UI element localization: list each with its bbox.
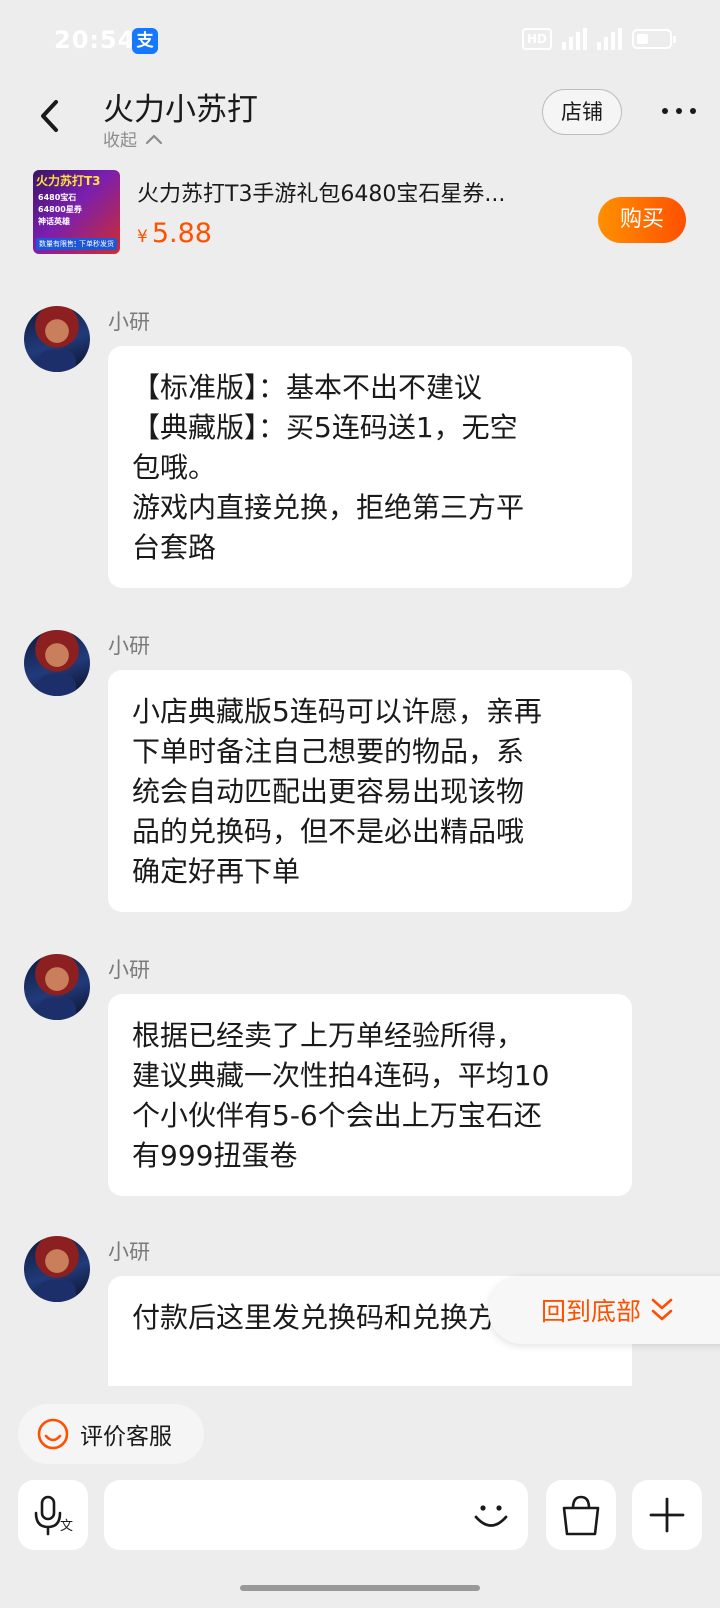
more-actions-button[interactable] — [632, 1480, 702, 1550]
message-bubble[interactable]: 根据已经卖了上万单经验所得， 建议典藏一次性拍4连码，平均10 个小伙伴有5-6… — [108, 994, 632, 1196]
product-thumbnail[interactable]: 火力苏打T3 6480宝石 64800星券 神话英雄 数量有限售完即止 下单秒发… — [33, 170, 120, 254]
alipay-app-icon: 支 — [132, 28, 158, 54]
product-card[interactable]: 火力苏打T3 6480宝石 64800星券 神话英雄 数量有限售完即止 下单秒发… — [0, 166, 720, 270]
buy-button[interactable]: 购买 — [598, 197, 686, 243]
double-chevron-down-icon — [651, 1298, 673, 1321]
emoji-icon — [474, 1505, 508, 1527]
shop-title: 火力小苏打 — [103, 92, 258, 128]
price-currency: ¥ — [137, 227, 148, 247]
svg-text:文: 文 — [60, 1519, 73, 1534]
message-text: 根据已经卖了上万单经验所得， 建议典藏一次性拍4连码，平均10 个小伙伴有5-6… — [132, 1019, 550, 1172]
avatar[interactable] — [24, 630, 90, 696]
thumb-title: 火力苏打T3 — [36, 174, 101, 188]
thumb-footer-right: 下单秒发货 — [76, 238, 117, 250]
status-indicators: HD — [521, 28, 676, 50]
thumb-line: 6480宝石 — [38, 193, 77, 202]
signal-5g-icon — [562, 28, 587, 50]
sender-name: 小研 — [108, 958, 150, 982]
more-dots-icon — [662, 108, 668, 114]
plus-icon — [649, 1497, 685, 1533]
message-text: 【标准版】：基本不出不建议 【典藏版】：买5连码送1，无空 包哦。 游戏内直接兑… — [132, 371, 525, 564]
store-button[interactable]: 店铺 — [542, 89, 622, 135]
shopping-bag-button[interactable] — [546, 1480, 616, 1550]
voice-input-button[interactable]: 文 — [18, 1480, 88, 1550]
message-text: 小店典藏版5连码可以许愿，亲再 下单时备注自己想要的物品，系 统会自动匹配出更容… — [132, 695, 542, 888]
rate-service-label: 评价客服 — [80, 1424, 172, 1450]
home-indicator — [240, 1585, 480, 1591]
shopping-bag-icon — [562, 1495, 600, 1536]
message-input[interactable] — [104, 1480, 528, 1550]
product-price: ¥ 5.88 — [137, 218, 212, 249]
collapse-toggle[interactable]: 收起 — [103, 126, 163, 151]
chevron-up-icon — [145, 134, 163, 144]
price-value: 5.88 — [151, 218, 212, 249]
scroll-to-bottom-label: 回到底部 — [540, 1297, 641, 1326]
avatar[interactable] — [24, 1236, 90, 1302]
message-bubble[interactable]: 【标准版】：基本不出不建议 【典藏版】：买5连码送1，无空 包哦。 游戏内直接兑… — [108, 346, 632, 588]
battery-icon — [632, 29, 676, 49]
battery-level — [637, 34, 648, 44]
message-bubble[interactable]: 小店典藏版5连码可以许愿，亲再 下单时备注自己想要的物品，系 统会自动匹配出更容… — [108, 670, 632, 912]
avatar[interactable] — [24, 306, 90, 372]
status-bar: 20:54 支 HD — [0, 0, 720, 84]
collapse-label: 收起 — [103, 131, 137, 151]
signal-5g-secondary-icon — [597, 28, 622, 50]
scroll-to-bottom-button[interactable]: 回到底部 — [488, 1276, 720, 1344]
emoji-button[interactable] — [466, 1490, 516, 1540]
sender-name: 小研 — [108, 634, 150, 658]
product-name[interactable]: 火力苏打T3手游礼包6480宝石星券... — [137, 176, 567, 208]
status-time: 20:54 — [54, 26, 136, 54]
thumb-line: 神话英雄 — [38, 217, 70, 226]
thumb-line: 64800星券 — [38, 205, 82, 214]
chat-header: 火力小苏打 收起 店铺 — [0, 84, 720, 154]
sender-name: 小研 — [108, 310, 150, 334]
rate-service-button[interactable]: 评价客服 — [18, 1404, 204, 1464]
smile-icon — [37, 1418, 69, 1450]
more-menu-button[interactable] — [662, 104, 696, 118]
voice-input-icon: 文 — [34, 1495, 73, 1536]
hd-icon: HD — [521, 28, 552, 50]
back-arrow-icon — [41, 100, 58, 132]
avatar[interactable] — [24, 954, 90, 1020]
back-button[interactable] — [34, 94, 68, 138]
sender-name: 小研 — [108, 1240, 150, 1264]
